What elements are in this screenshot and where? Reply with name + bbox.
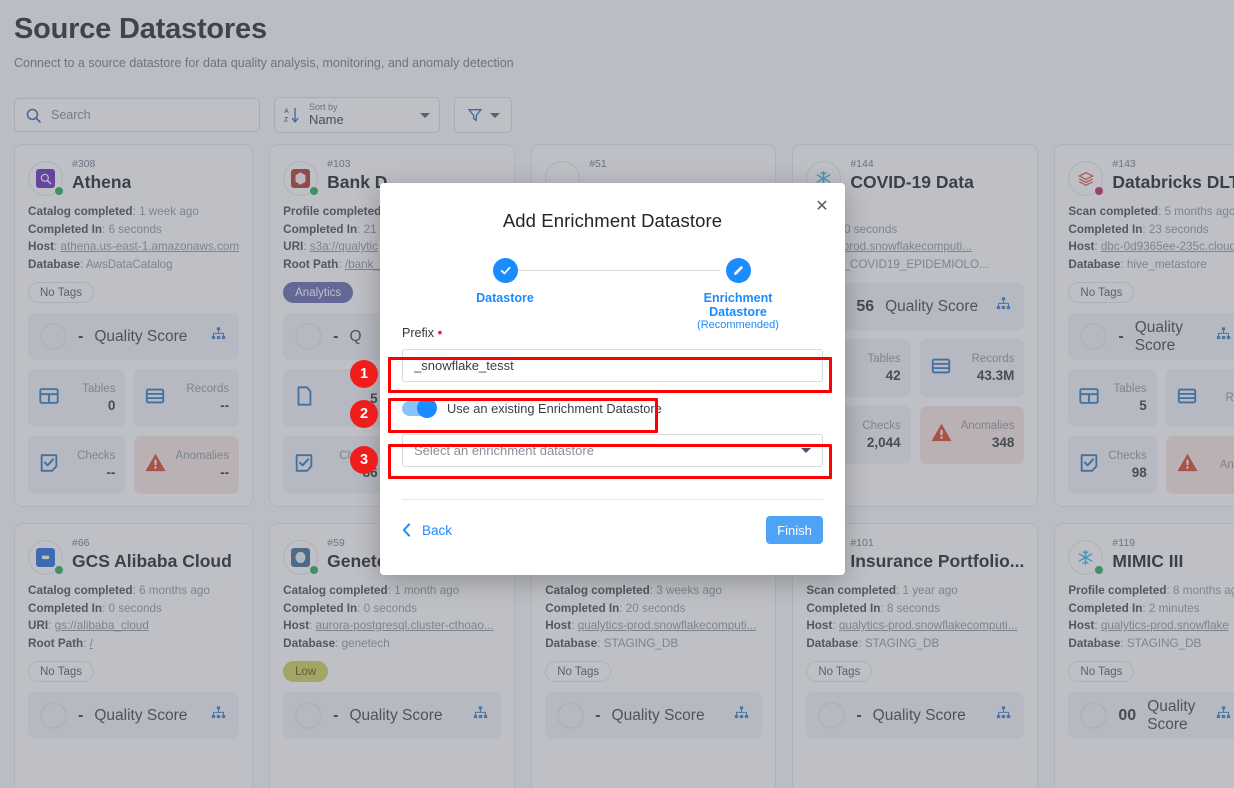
add-enrichment-datastore-modal: ✕ Add Enrichment Datastore Datastore Enr… [380,183,845,575]
step-enrichment-datastore[interactable]: Enrichment Datastore (Recommended) [678,258,798,331]
pencil-icon [725,258,751,283]
step-enrichment-note: (Recommended) [697,319,779,331]
modal-title: Add Enrichment Datastore [502,210,723,231]
toggle-knob [417,398,437,418]
use-existing-toggle-label: Use an existing Enrichment Datastore [447,400,662,416]
app-root: Source Datastores Connect to a source da… [0,0,1234,788]
chevron-down-icon [801,448,811,453]
prefix-field-row [402,349,823,382]
step-datastore[interactable]: Datastore [445,258,565,305]
back-button[interactable]: Back [402,523,452,538]
enrichment-datastore-select[interactable]: Select an enrichment datastore [402,434,823,467]
annotation-badge-3: 3 [350,446,378,474]
back-button-label: Back [422,522,453,538]
enrichment-select-placeholder: Select an enrichment datastore [414,443,594,458]
annotation-badge-2: 2 [350,400,378,428]
close-icon[interactable]: ✕ [812,196,832,216]
prefix-label-text: Prefix [402,326,434,340]
modal-footer: Back Finish [402,500,823,560]
step-enrichment-label: Enrichment Datastore [703,291,773,319]
enrichment-select-row: Select an enrichment datastore [402,434,823,467]
annotation-badge-1: 1 [350,360,378,388]
chevron-left-icon [402,523,411,537]
required-indicator: • [437,324,443,340]
finish-button[interactable]: Finish [766,516,823,544]
use-existing-toggle[interactable] [402,398,437,418]
step-datastore-label: Datastore [476,291,534,305]
wizard-stepper: Datastore Enrichment Datastore (Recommen… [455,258,779,331]
prefix-input[interactable] [402,349,823,382]
check-icon [492,258,518,283]
use-existing-toggle-row[interactable]: Use an existing Enrichment Datastore [402,394,823,422]
